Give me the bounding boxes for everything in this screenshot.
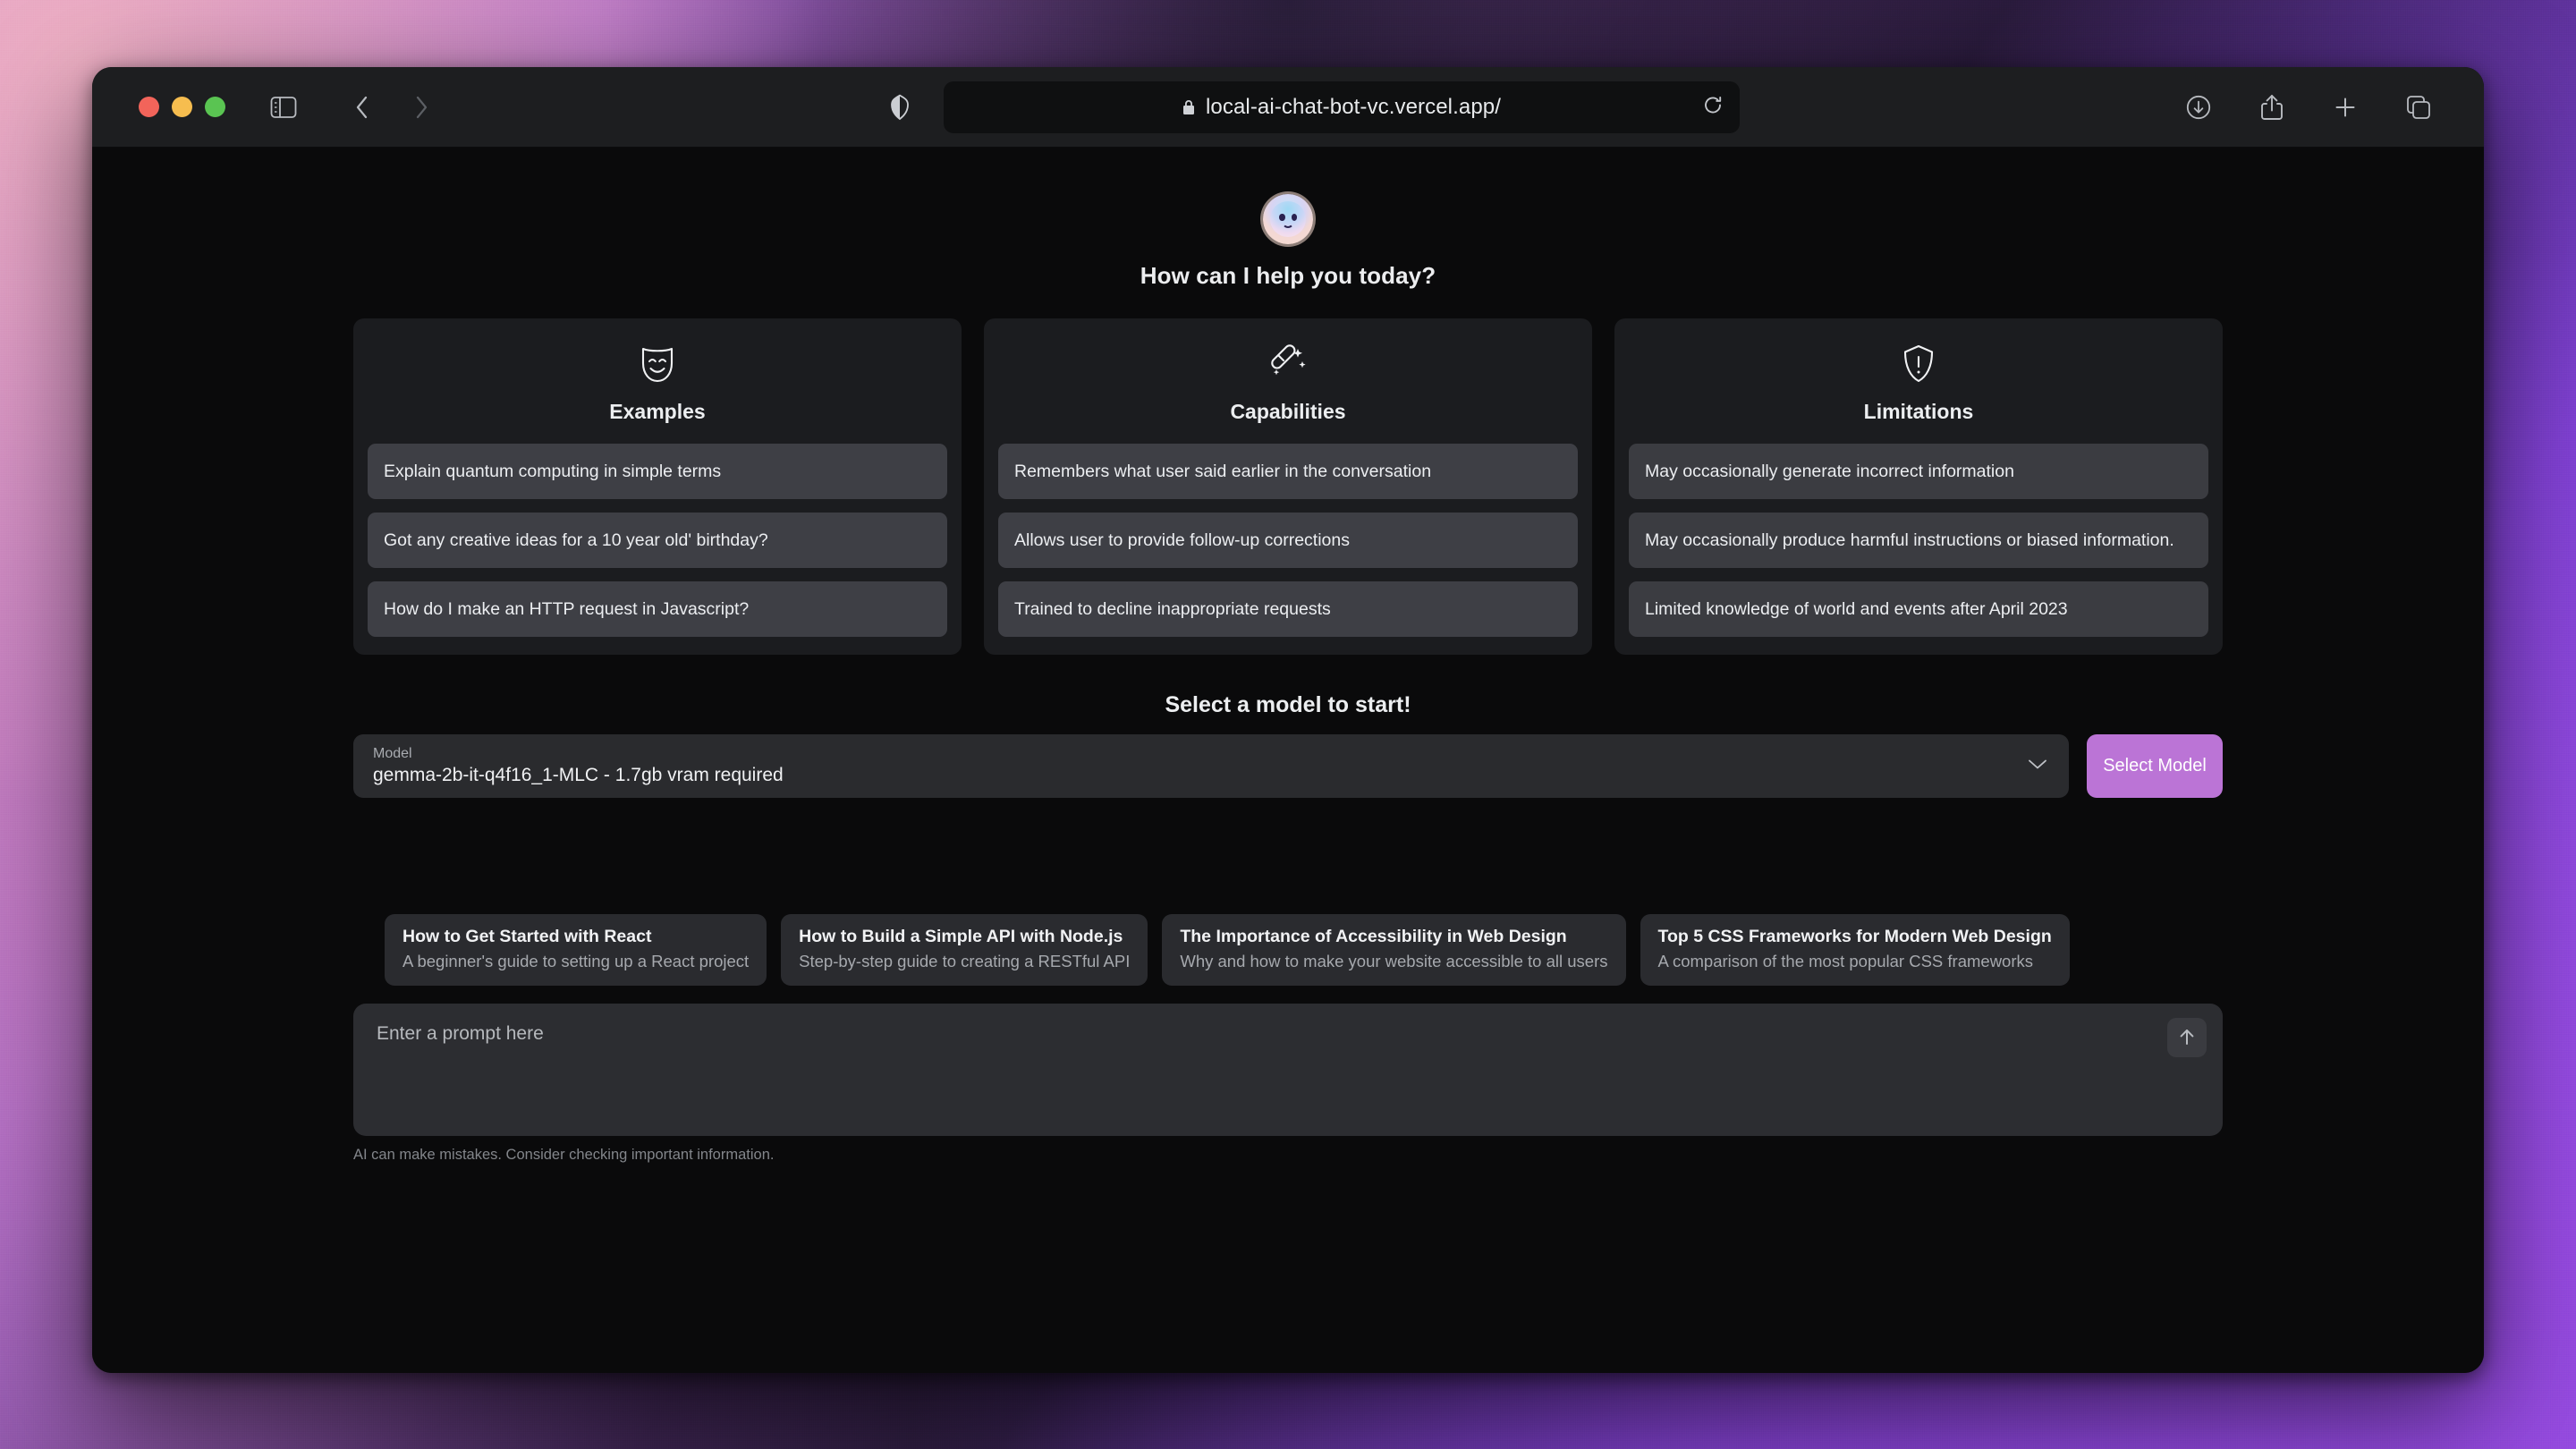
window-traffic-lights — [139, 97, 225, 117]
reload-icon[interactable] — [1702, 94, 1724, 120]
card-capabilities: Capabilities Remembers what user said ea… — [984, 318, 1592, 655]
limitation-item: May occasionally produce harmful instruc… — [1629, 513, 2208, 568]
model-dropdown[interactable]: Model gemma-2b-it-q4f16_1-MLC - 1.7gb vr… — [353, 734, 2069, 798]
example-prompt-item[interactable]: How do I make an HTTP request in Javascr… — [368, 581, 947, 637]
avatar-eye-left — [1279, 214, 1285, 221]
prompt-placeholder: Enter a prompt here — [377, 1023, 544, 1044]
avatar-mouth — [1282, 222, 1294, 228]
tab-overview-icon[interactable] — [2400, 89, 2437, 126]
avatar-face — [1270, 201, 1306, 237]
close-window-button[interactable] — [139, 97, 159, 117]
suggestion-cards: How to Get Started with React A beginner… — [353, 914, 2223, 986]
chevron-down-icon[interactable] — [2028, 758, 2047, 775]
card-limitations: Limitations May occasionally generate in… — [1614, 318, 2223, 655]
feature-cards: Examples Explain quantum computing in si… — [353, 318, 2223, 655]
suggestion-card[interactable]: The Importance of Accessibility in Web D… — [1162, 914, 1626, 986]
suggestion-card[interactable]: How to Get Started with React A beginner… — [385, 914, 767, 986]
theater-mask-icon — [639, 343, 676, 389]
card-item-list: Explain quantum computing in simple term… — [368, 444, 947, 637]
suggestion-subtitle: A comparison of the most popular CSS fra… — [1657, 952, 2034, 970]
capability-item: Remembers what user said earlier in the … — [998, 444, 1578, 499]
suggestion-card[interactable]: Top 5 CSS Frameworks for Modern Web Desi… — [1640, 914, 2070, 986]
suggestion-card[interactable]: How to Build a Simple API with Node.js S… — [781, 914, 1148, 986]
card-title: Examples — [609, 400, 706, 423]
card-title: Limitations — [1863, 400, 1974, 423]
lock-icon — [1182, 98, 1196, 116]
suggestion-title: Top 5 CSS Frameworks for Modern Web Desi… — [1657, 927, 2052, 946]
maximize-window-button[interactable] — [205, 97, 225, 117]
magic-wand-icon — [1268, 343, 1308, 389]
suggestion-title: How to Get Started with React — [402, 927, 652, 946]
minimize-window-button[interactable] — [172, 97, 192, 117]
prompt-input-area[interactable]: Enter a prompt here — [353, 1004, 2223, 1136]
safari-browser-window: local-ai-chat-bot-vc.vercel.app/ How can… — [92, 67, 2484, 1373]
arrow-up-icon — [2177, 1026, 2197, 1050]
card-examples: Examples Explain quantum computing in si… — [353, 318, 962, 655]
share-icon[interactable] — [2253, 89, 2291, 126]
card-item-list: Remembers what user said earlier in the … — [998, 444, 1578, 637]
capability-item: Trained to decline inappropriate request… — [998, 581, 1578, 637]
sidebar-icon[interactable] — [265, 89, 302, 126]
chat-landing-page: How can I help you today? Examples Expla… — [92, 148, 2484, 1373]
limitation-item: Limited knowledge of world and events af… — [1629, 581, 2208, 637]
navigation-buttons — [343, 89, 440, 126]
model-selection-row: Model gemma-2b-it-q4f16_1-MLC - 1.7gb vr… — [353, 734, 2223, 798]
card-item-list: May occasionally generate incorrect info… — [1629, 444, 2208, 637]
suggestion-subtitle: A beginner's guide to setting up a React… — [402, 952, 750, 970]
example-prompt-item[interactable]: Explain quantum computing in simple term… — [368, 444, 947, 499]
model-field-label: Model — [373, 746, 412, 761]
disclaimer-text: AI can make mistakes. Consider checking … — [353, 1147, 775, 1163]
limitation-item: May occasionally generate incorrect info… — [1629, 444, 2208, 499]
url-text: local-ai-chat-bot-vc.vercel.app/ — [1205, 94, 1501, 119]
example-prompt-item[interactable]: Got any creative ideas for a 10 year old… — [368, 513, 947, 568]
avatar-eye-right — [1291, 214, 1297, 221]
back-chevron-icon[interactable] — [343, 89, 381, 126]
page-title: How can I help you today? — [1140, 262, 1436, 289]
browser-toolbar: local-ai-chat-bot-vc.vercel.app/ — [92, 67, 2484, 148]
address-bar[interactable]: local-ai-chat-bot-vc.vercel.app/ — [943, 80, 1740, 133]
card-title: Capabilities — [1230, 400, 1346, 423]
select-model-button[interactable]: Select Model — [2087, 734, 2223, 798]
suggestion-subtitle: Step-by-step guide to creating a RESTful… — [799, 952, 1131, 970]
toolbar-right-icons — [2180, 89, 2437, 126]
shield-alert-icon — [1901, 343, 1936, 389]
model-selected-value: gemma-2b-it-q4f16_1-MLC - 1.7gb vram req… — [373, 765, 784, 785]
capability-item: Allows user to provide follow-up correct… — [998, 513, 1578, 568]
select-model-heading: Select a model to start! — [1165, 692, 1411, 717]
forward-chevron-icon[interactable] — [402, 89, 440, 126]
downloads-icon[interactable] — [2180, 89, 2217, 126]
privacy-shield-icon[interactable] — [881, 89, 919, 126]
suggestion-title: How to Build a Simple API with Node.js — [799, 927, 1123, 946]
suggestion-subtitle: Why and how to make your website accessi… — [1180, 952, 1608, 970]
plus-icon[interactable] — [2326, 89, 2364, 126]
address-bar-area: local-ai-chat-bot-vc.vercel.app/ — [440, 80, 2180, 133]
bot-avatar — [1263, 194, 1313, 244]
desktop-wallpaper: local-ai-chat-bot-vc.vercel.app/ How can… — [0, 0, 2576, 1449]
suggestion-title: The Importance of Accessibility in Web D… — [1180, 927, 1567, 946]
send-button[interactable] — [2167, 1018, 2207, 1057]
